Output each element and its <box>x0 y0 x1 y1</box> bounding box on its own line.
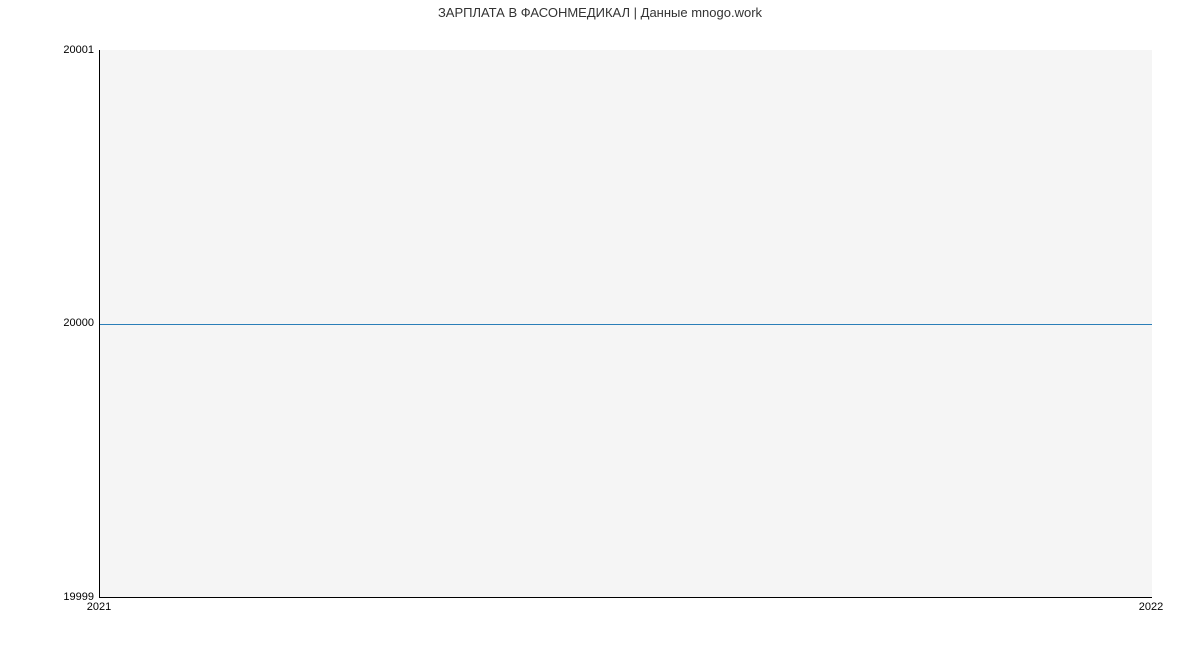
x-tick-label: 2021 <box>87 601 111 613</box>
series-line <box>100 324 1152 325</box>
plot-area <box>99 50 1152 598</box>
x-tick-label: 2022 <box>1139 601 1163 613</box>
salary-chart: ЗАРПЛАТА В ФАСОНМЕДИКАЛ | Данные mnogo.w… <box>0 0 1200 650</box>
chart-title: ЗАРПЛАТА В ФАСОНМЕДИКАЛ | Данные mnogo.w… <box>0 5 1200 20</box>
y-tick-label: 20000 <box>63 317 94 329</box>
y-tick-label: 20001 <box>63 44 94 56</box>
